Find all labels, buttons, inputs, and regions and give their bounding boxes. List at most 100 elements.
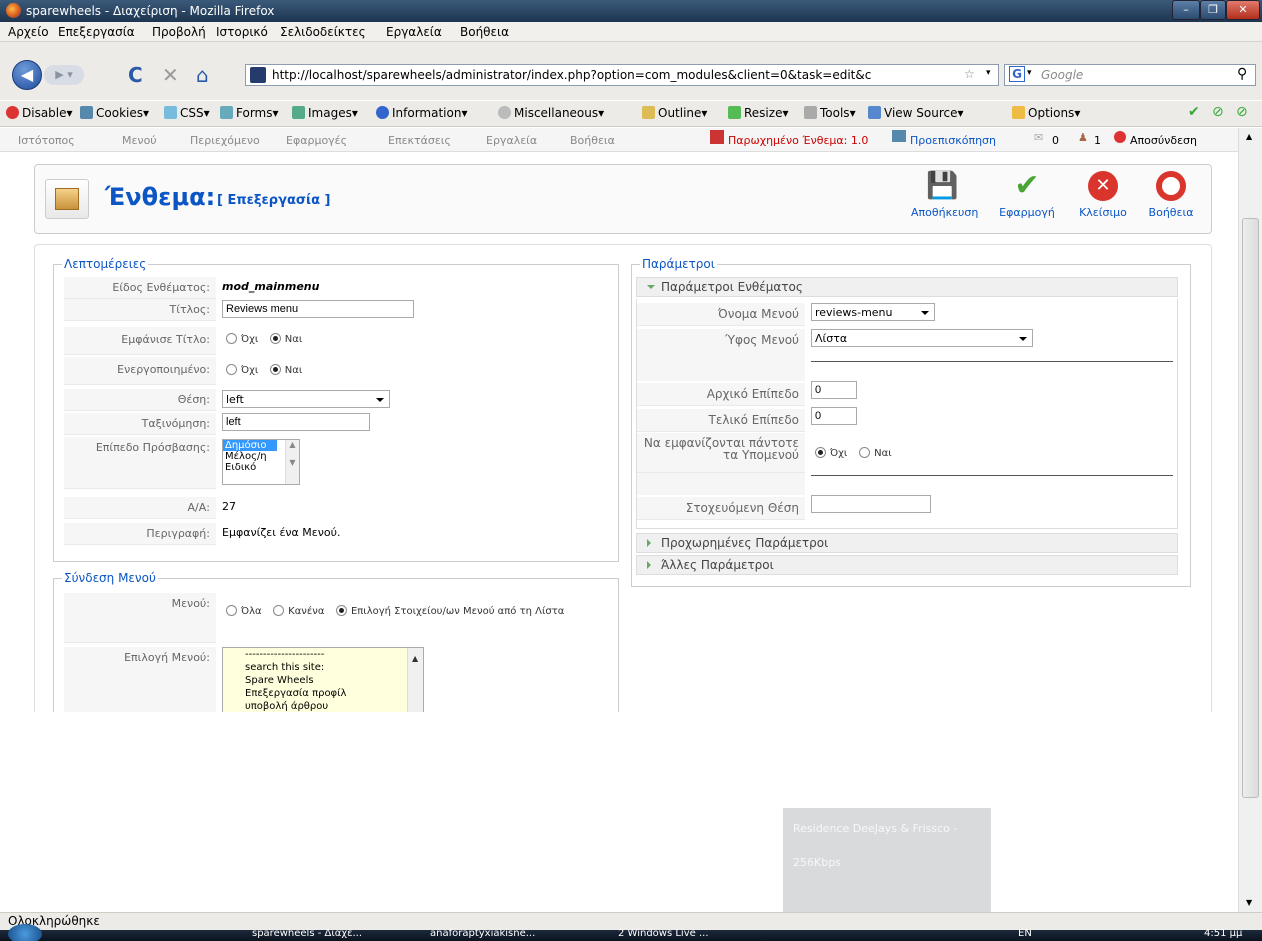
end-level-input[interactable] <box>811 407 857 425</box>
menu-view[interactable]: Προβολή <box>152 25 206 39</box>
menus-all-radio[interactable] <box>226 605 237 616</box>
menu-option[interactable]: Spare Wheels <box>223 674 423 687</box>
logout-link[interactable]: Αποσύνδεση <box>1130 134 1197 147</box>
menu-history[interactable]: Ιστορικό <box>216 25 268 39</box>
back-icon[interactable]: ◀ <box>12 60 42 90</box>
devbar-information[interactable]: Information▾ <box>376 106 468 120</box>
menu-option[interactable]: υποβολή άρθρου <box>223 700 423 712</box>
preview-link[interactable]: Προεπισκόπηση <box>910 134 996 147</box>
google-icon[interactable]: G <box>1009 66 1025 82</box>
scroll-down-icon[interactable]: ▼ <box>1246 898 1252 907</box>
menu-name-select[interactable]: reviews-menu <box>811 303 935 321</box>
devbar-images[interactable]: Images▾ <box>292 106 358 120</box>
forward-icon[interactable]: ▶ ▾ <box>44 65 84 85</box>
menu-option[interactable]: Επεξεργασία προφίλ <box>223 687 423 700</box>
id-value: 27 <box>222 500 236 513</box>
taskbar-windows-live[interactable]: 2 Windows Live ... <box>618 928 709 939</box>
maximize-button[interactable]: ❐ <box>1200 0 1226 20</box>
apply-button[interactable]: ✔ Εφαρμογή <box>997 171 1057 220</box>
menus-none-radio[interactable] <box>273 605 285 616</box>
search-bar[interactable]: G ▾ Google ⚲ <box>1004 64 1256 86</box>
menu-selection-listbox[interactable]: ---------------------- search this site: S… <box>222 647 424 712</box>
start-level-label: Αρχικό Επίπεδο <box>637 383 805 406</box>
menu-selection-scrollbar[interactable]: ▲ <box>407 648 423 712</box>
start-button[interactable] <box>8 924 42 941</box>
jmenu-menus[interactable]: Μενού <box>122 134 157 147</box>
menu-file[interactable]: Αρχείο <box>8 25 49 39</box>
devbar-miscellaneous[interactable]: Miscellaneous▾ <box>498 106 604 120</box>
access-label: Επίπεδο Πρόσβασης: <box>64 437 216 489</box>
home-icon[interactable]: ⌂ <box>196 63 209 87</box>
url-dropdown-icon[interactable]: ▾ <box>986 68 991 78</box>
close-icon: ✕ <box>1088 171 1118 201</box>
close-window-button[interactable]: ✕ <box>1226 0 1260 20</box>
messages-count[interactable]: 0 <box>1052 134 1059 147</box>
order-label: Ταξινόμηση: <box>64 413 216 435</box>
scroll-thumb[interactable] <box>1242 218 1259 798</box>
menu-option[interactable]: search this site: <box>223 661 423 674</box>
show-title-yes-radio[interactable] <box>269 333 281 344</box>
page-scrollbar[interactable]: ▲ ▼ <box>1238 128 1262 912</box>
enabled-no-radio[interactable] <box>226 364 237 375</box>
help-button[interactable]: Βοήθεια <box>1141 171 1201 219</box>
access-option-public[interactable]: Δημόσιο <box>223 440 277 451</box>
stop-icon[interactable]: ✕ <box>162 63 179 87</box>
menu-style-select[interactable]: Λίστα <box>811 329 1033 347</box>
css-valid-icon[interactable]: ⊘ <box>1212 104 1224 120</box>
menu-edit[interactable]: Επεξεργασία <box>58 25 135 39</box>
show-submenu-yes-radio[interactable] <box>859 447 871 458</box>
position-select[interactable]: left <box>222 390 390 408</box>
devbar-tools[interactable]: Tools▾ <box>804 106 856 120</box>
save-button[interactable]: 💾 Αποθήκευση <box>911 171 978 219</box>
devbar-view-source[interactable]: View Source▾ <box>868 106 964 120</box>
menu-tools[interactable]: Εργαλεία <box>386 25 442 39</box>
devbar-disable[interactable]: Disable▾ <box>6 106 73 120</box>
language-indicator[interactable]: EN <box>1018 928 1032 939</box>
menu-option[interactable]: ---------------------- <box>223 648 423 661</box>
access-listbox[interactable]: Δημόσιο Μέλος/η Ειδικό ▲ ▼ <box>222 439 300 485</box>
target-position-input[interactable] <box>811 495 931 513</box>
scroll-up-icon[interactable]: ▲ <box>1246 132 1252 141</box>
jmenu-site[interactable]: Ιστότοπος <box>18 134 75 147</box>
access-scrollbar[interactable]: ▲ ▼ <box>285 440 299 484</box>
html-valid-icon[interactable]: ⊘ <box>1236 104 1248 120</box>
menus-select-radio[interactable] <box>335 605 347 616</box>
search-icon[interactable]: ⚲ <box>1237 66 1247 82</box>
devbar-options[interactable]: Options▾ <box>1012 106 1080 120</box>
jmenu-content[interactable]: Περιεχόμενο <box>190 134 260 147</box>
engine-dropdown-icon[interactable]: ▾ <box>1027 68 1032 78</box>
order-input[interactable] <box>222 413 370 431</box>
id-label: Α/Α: <box>64 497 216 519</box>
jmenu-components[interactable]: Εφαρμογές <box>286 134 347 147</box>
taskbar-word[interactable]: anaforaptyxiakisne... <box>430 928 535 939</box>
devbar-forms[interactable]: Forms▾ <box>220 106 279 120</box>
miscellaneous-icon <box>498 106 511 119</box>
jmenu-tools[interactable]: Εργαλεία <box>486 134 537 147</box>
jmenu-extensions[interactable]: Επεκτάσεις <box>388 134 451 147</box>
clock[interactable]: 4:51 μμ <box>1204 928 1242 939</box>
show-title-no-radio[interactable] <box>226 333 237 344</box>
advanced-params-header[interactable]: Προχωρημένες Παράμετροι <box>636 533 1178 553</box>
users-count[interactable]: 1 <box>1094 134 1101 147</box>
minimize-button[interactable]: – <box>1172 0 1200 20</box>
menu-bookmarks[interactable]: Σελιδοδείκτες <box>280 25 366 39</box>
taskbar-firefox[interactable]: sparewheels - Διαχε... <box>252 928 362 939</box>
devbar-css[interactable]: CSS▾ <box>164 106 210 120</box>
jmenu-help[interactable]: Βοήθεια <box>570 134 615 147</box>
devbar-resize[interactable]: Resize▾ <box>728 106 788 120</box>
module-params-header[interactable]: Παράμετροι Ενθέματος <box>636 277 1178 297</box>
validation-check-icon[interactable]: ✔ <box>1188 104 1200 120</box>
title-input[interactable] <box>222 300 414 318</box>
menu-selection-label: Επιλογή Μενού: <box>64 647 216 712</box>
reload-icon[interactable]: C <box>128 63 143 87</box>
menu-help[interactable]: Βοήθεια <box>460 25 509 39</box>
show-submenu-no-radio[interactable] <box>815 447 826 458</box>
devbar-cookies[interactable]: Cookies▾ <box>80 106 149 120</box>
close-button[interactable]: ✕ Κλείσιμο <box>1073 171 1133 219</box>
devbar-outline[interactable]: Outline▾ <box>642 106 707 120</box>
start-level-input[interactable] <box>811 381 857 399</box>
star-icon[interactable]: ☆ <box>964 67 975 81</box>
enabled-yes-radio[interactable] <box>269 364 281 375</box>
other-params-header[interactable]: Άλλες Παράμετροι <box>636 555 1178 575</box>
url-bar[interactable]: http://localhost/sparewheels/administrat… <box>245 64 999 86</box>
